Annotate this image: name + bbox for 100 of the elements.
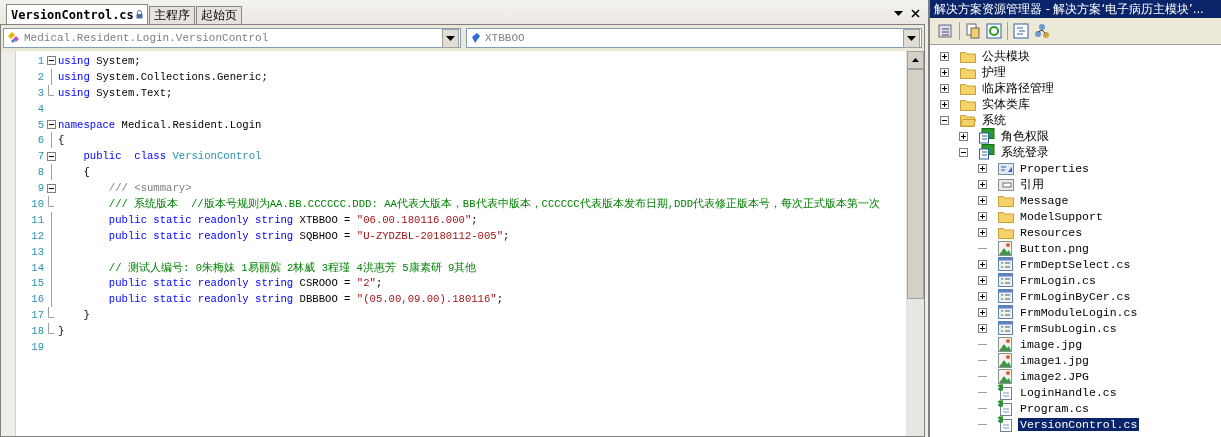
tree-item[interactable]: 公共模块 [980,48,1032,64]
scrollbar[interactable] [907,51,924,436]
expand-icon[interactable] [978,323,987,333]
folder-icon [960,49,976,63]
line-number: 12 [30,229,44,242]
form-file-icon [998,257,1013,271]
tree-item[interactable]: FrmLogin.cs [1018,273,1098,287]
tree-item[interactable]: FrmDeptSelect.cs [1018,257,1133,271]
expand-icon[interactable] [978,307,987,317]
tree-item[interactable]: ModelSupport [1018,209,1105,223]
code-line: } [58,325,65,338]
fold-line [50,164,52,181]
tree-item[interactable]: 系统登录 [999,144,1051,160]
tree-line [978,375,987,377]
tree-item[interactable]: 系统 [980,112,1008,128]
expand-icon[interactable] [978,179,987,189]
tree-item[interactable]: 角色权限 [999,128,1051,144]
type-dropdown[interactable]: Medical.Resident.Login.VersionControl [3,28,461,48]
dropdown-arrow-icon[interactable] [894,10,903,17]
tree-item[interactable]: 引用 [1018,176,1046,192]
csharp-file-icon [998,384,1012,400]
code-line: // 测试人编号: 0朱梅妹 1易丽嫔 2林威 3程瑾 4洪惠芳 5康素研 9其他 [107,260,477,275]
expand-icon[interactable] [978,275,987,285]
scroll-up-arrow-icon[interactable] [912,58,919,62]
form-file-icon [998,305,1013,319]
tree-item[interactable]: image.jpg [1018,337,1085,351]
expand-icon[interactable] [978,163,987,173]
tree-line [978,343,987,345]
line-number: 6 [36,134,44,147]
line-number: 16 [30,293,44,306]
folder-icon [998,193,1014,207]
tree-line [978,423,987,425]
expand-icon[interactable] [978,211,987,221]
code-line: } [82,309,90,322]
expand-icon[interactable] [978,259,987,269]
expand-icon[interactable] [978,291,987,301]
dropdown-arrow-icon[interactable] [446,35,455,41]
expand-icon[interactable] [940,99,949,109]
line-number: 4 [36,102,44,115]
expand-icon[interactable] [959,131,968,141]
tree-item[interactable]: FrmModuleLogin.cs [1018,305,1140,319]
expand-icon[interactable] [978,227,987,237]
tree-item[interactable]: image1.jpg [1018,353,1091,367]
tree-item[interactable]: VersionControl.cs [1018,417,1140,431]
properties-icon[interactable] [938,23,954,39]
line-number: 19 [30,340,44,353]
show-all-files-icon[interactable] [965,23,981,39]
dropdown-arrow-icon[interactable] [907,35,916,41]
expand-icon[interactable] [978,195,987,205]
close-icon[interactable] [911,9,920,18]
line-number: 7 [36,150,44,163]
tree-item[interactable]: 实体类库 [980,96,1032,112]
collapse-icon[interactable] [46,183,56,193]
collapse-icon[interactable] [46,151,56,161]
tree-item[interactable]: Resources [1018,225,1085,239]
image-file-icon [998,368,1012,384]
folder-icon [998,225,1014,239]
tree-item[interactable]: Properties [1018,161,1091,175]
tree-item[interactable]: image2.JPG [1018,369,1091,383]
field-icon [470,32,482,44]
code-line: public static readonly string DBBBOO = "(05.00,09.00).180116"; [107,293,504,306]
tree-item[interactable]: FrmLoginByCer.cs [1018,289,1133,303]
refresh-icon[interactable] [986,23,1002,39]
tree-item[interactable]: 护理 [980,64,1008,80]
collapse-icon[interactable] [46,56,56,66]
form-file-icon [998,321,1013,335]
fold-line [50,68,52,85]
references-icon [998,177,1014,191]
expand-icon[interactable] [940,83,949,93]
code-line: public static readonly string XTBBOO = "06.00.180116.000"; [107,213,478,226]
collapse-icon[interactable] [959,147,968,157]
tree-line [978,407,987,409]
line-number: 1 [36,54,44,67]
folder-icon [960,97,976,111]
line-number: 13 [30,245,44,258]
document-tab[interactable]: 主程序 [148,6,195,24]
tree-item[interactable]: 临床路径管理 [980,80,1056,96]
code-line: using System.Text; [58,86,173,99]
tree-item[interactable]: LoginHandle.cs [1018,385,1119,399]
code-line: /// <summary> [107,182,192,195]
csharp-project-icon [979,144,995,160]
tree-item[interactable]: Program.cs [1018,401,1091,415]
collapse-icon[interactable] [46,120,56,129]
line-number: 10 [30,197,44,210]
line-number: 11 [30,213,44,226]
code-line: { [58,134,65,147]
code-line: using System.Collections.Generic; [58,70,268,83]
expand-icon[interactable] [940,67,949,77]
document-tab[interactable]: 起始页 [195,6,242,24]
member-dropdown[interactable]: XTBBOO [466,28,922,48]
tree-item[interactable]: Message [1018,193,1071,207]
collapse-icon[interactable] [940,115,949,125]
class-diagram-icon[interactable] [1034,23,1050,39]
document-tab[interactable]: VersionControl.cs [6,4,148,24]
view-code-icon[interactable] [1013,23,1029,39]
image-file-icon [998,240,1012,256]
tree-item[interactable]: Button.png [1018,241,1091,255]
expand-icon[interactable] [940,51,949,61]
tree-item[interactable]: FrmSubLogin.cs [1018,321,1119,335]
line-number: 9 [36,182,44,195]
